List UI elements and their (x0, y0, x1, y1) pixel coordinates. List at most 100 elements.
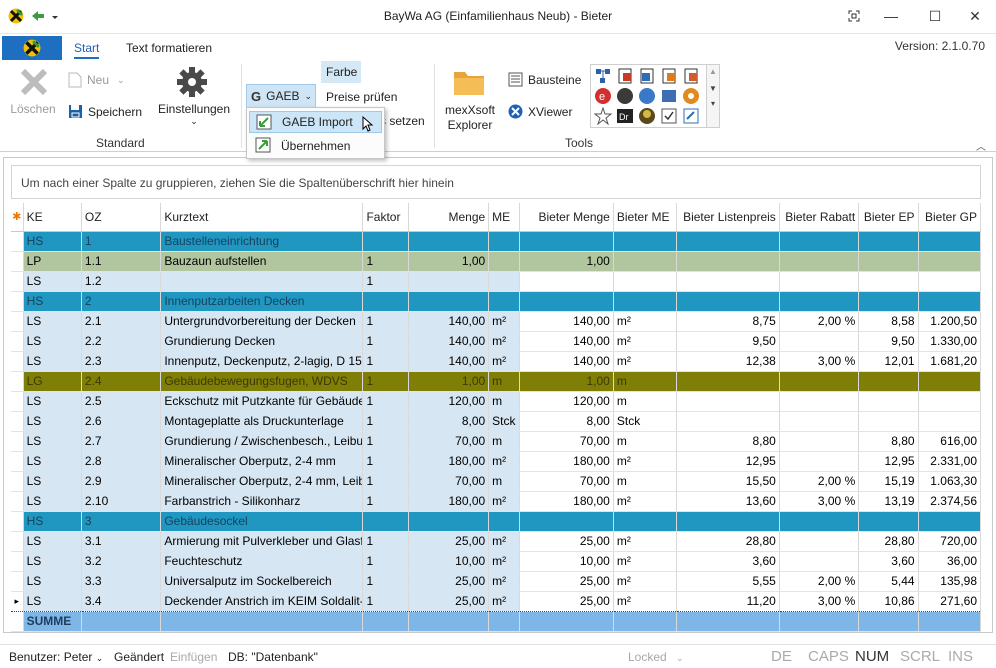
cell-bmenge[interactable]: 180,00 (519, 491, 614, 512)
cell-oz[interactable] (81, 611, 162, 632)
cell-bme[interactable]: m² (613, 351, 678, 372)
cell-menge[interactable]: 140,00 (408, 351, 490, 372)
cell-oz[interactable]: 1.1 (81, 251, 162, 272)
table-row[interactable]: HS 2 Innenputzarbeiten Decken (11, 291, 982, 312)
cell-bgp[interactable] (918, 291, 982, 312)
cell-kurztext[interactable]: Farbanstrich - Silikonharz (160, 491, 364, 512)
gallery-down-icon[interactable]: ▼ (707, 84, 719, 93)
doc-pdf-icon[interactable] (682, 67, 700, 85)
cell-menge[interactable]: 180,00 (408, 451, 490, 472)
cell-faktor[interactable]: 1 (362, 431, 409, 452)
cell-bep[interactable]: 13,19 (858, 491, 919, 512)
collapse-ribbon-icon[interactable]: ︿ (976, 138, 986, 153)
cell-oz[interactable]: 2.8 (81, 451, 162, 472)
cell-oz[interactable]: 3 (81, 511, 162, 532)
cell-blp[interactable] (676, 231, 780, 252)
column-header-kurztext[interactable]: Kurztext (160, 203, 364, 232)
cell-bme[interactable]: m² (613, 590, 678, 612)
cell-ke[interactable]: LS (23, 311, 82, 332)
cell-kurztext[interactable]: Mineralischer Oberputz, 2-4 mm, Leibung (160, 471, 364, 492)
cell-bgp[interactable]: 1.681,20 (918, 351, 982, 372)
cell-blp[interactable]: 8,75 (676, 311, 780, 332)
cell-faktor[interactable]: 1 (362, 411, 409, 432)
cell-blp[interactable]: 8,80 (676, 431, 780, 452)
cell-bgp[interactable]: 1.200,50 (918, 311, 982, 332)
dr-badge-icon[interactable]: Dr (616, 107, 634, 125)
cell-faktor[interactable]: 1 (362, 531, 409, 552)
cell-bme[interactable]: m (613, 391, 678, 412)
cell-oz[interactable]: 2.6 (81, 411, 162, 432)
cell-brabatt[interactable] (779, 231, 860, 252)
cell-faktor[interactable]: 1 (362, 590, 409, 612)
setzen-button-partial[interactable]: s setzen (380, 114, 425, 128)
cell-faktor[interactable]: 1 (362, 311, 409, 332)
gallery-expand-icon[interactable]: ▾ (707, 99, 719, 108)
cell-me[interactable]: m (488, 391, 521, 412)
row-indicator-icon[interactable] (11, 251, 24, 272)
cell-me[interactable] (488, 291, 521, 312)
cell-bep[interactable]: 3,60 (858, 551, 919, 572)
cell-bgp[interactable]: 616,00 (918, 431, 982, 452)
cell-blp[interactable] (676, 251, 780, 272)
cell-me[interactable]: m² (488, 551, 521, 572)
cell-faktor[interactable]: 1 (362, 351, 409, 372)
cell-bep[interactable] (858, 391, 919, 412)
cell-brabatt[interactable] (779, 291, 860, 312)
cell-me[interactable]: m² (488, 590, 521, 612)
row-indicator-icon[interactable] (11, 271, 24, 292)
cell-blp[interactable] (676, 371, 780, 392)
cell-oz[interactable]: 1 (81, 231, 162, 252)
cell-bme[interactable] (613, 251, 678, 272)
cell-faktor[interactable]: 1 (362, 371, 409, 392)
cell-bgp[interactable] (918, 271, 982, 292)
cell-brabatt[interactable]: 3,00 % (779, 590, 860, 612)
cell-brabatt[interactable]: 2,00 % (779, 571, 860, 592)
cell-me[interactable] (488, 611, 521, 632)
column-header-menge[interactable]: Menge (408, 203, 490, 232)
cell-bmenge[interactable]: 140,00 (519, 351, 614, 372)
cell-bmenge[interactable]: 180,00 (519, 451, 614, 472)
cell-me[interactable] (488, 231, 521, 252)
cell-bme[interactable]: m² (613, 311, 678, 332)
cell-faktor[interactable]: 1 (362, 451, 409, 472)
cell-menge[interactable]: 70,00 (408, 431, 490, 452)
group-by-panel[interactable]: Um nach einer Spalte zu gruppieren, zieh… (11, 165, 981, 199)
cell-bgp[interactable] (918, 411, 982, 432)
cell-menge[interactable]: 25,00 (408, 590, 490, 612)
gaeb-dropdown-button[interactable]: G GAEB ⌄ (246, 84, 316, 108)
preise-pruefen-button[interactable]: Preise prüfen (326, 90, 397, 104)
save-button[interactable]: Speichern (68, 104, 142, 119)
cell-kurztext[interactable]: Eckschutz mit Putzkante für Gebäudeecken (160, 391, 364, 412)
cell-bme[interactable]: m (613, 371, 678, 392)
row-indicator-icon[interactable] (11, 451, 24, 472)
cell-bep[interactable] (858, 291, 919, 312)
table-row[interactable]: HS 3 Gebäudesockel (11, 511, 982, 532)
cell-ke[interactable]: LS (23, 271, 82, 292)
cell-menge[interactable]: 180,00 (408, 491, 490, 512)
cell-ke[interactable]: LS (23, 391, 82, 412)
cell-bep[interactable] (858, 271, 919, 292)
cell-kurztext[interactable]: Feuchteschutz (160, 551, 364, 572)
row-indicator-icon[interactable] (11, 511, 24, 532)
farbe-button[interactable]: Farbe (321, 61, 361, 83)
cell-ke[interactable]: LS (23, 491, 82, 512)
cell-blp[interactable]: 11,20 (676, 590, 780, 612)
cell-bep[interactable]: 12,95 (858, 451, 919, 472)
cell-bep[interactable]: 10,86 (858, 590, 919, 612)
cell-brabatt[interactable]: 3,00 % (779, 491, 860, 512)
cell-blp[interactable]: 13,60 (676, 491, 780, 512)
delete-button[interactable] (14, 66, 54, 98)
application-menu-button[interactable] (2, 36, 62, 60)
cell-bmenge[interactable]: 70,00 (519, 431, 614, 452)
table-row[interactable]: LS 3.2 Feuchteschutz 1 10,00 m² 10,00 m² 3,60 3,6… (11, 551, 982, 572)
cell-bmenge[interactable]: 10,00 (519, 551, 614, 572)
cell-ke[interactable]: LS (23, 531, 82, 552)
cell-bmenge[interactable] (519, 291, 614, 312)
row-indicator-icon[interactable] (11, 331, 24, 352)
cell-ke[interactable]: LS (23, 431, 82, 452)
cell-bgp[interactable]: 135,98 (918, 571, 982, 592)
column-header-me[interactable]: ME (488, 203, 521, 232)
table-row[interactable]: LS 2.3 Innenputz, Deckenputz, 2-lagig, D 1… (11, 351, 982, 372)
cell-blp[interactable]: 3,60 (676, 551, 780, 572)
red-e-icon[interactable]: e (594, 87, 612, 105)
